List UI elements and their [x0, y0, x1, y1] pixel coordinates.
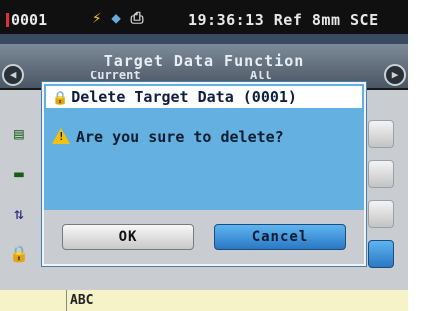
status-bar: 0001 ⚡ ◆ ⎙ 19:36:13 Ref 8mm SCE	[0, 0, 408, 44]
book-icon[interactable]: ▤	[8, 124, 30, 144]
sample-number: 0001	[6, 11, 47, 29]
device-screen: 0001 ⚡ ◆ ⎙ 19:36:13 Ref 8mm SCE Target D…	[0, 0, 408, 311]
cancel-button[interactable]: Cancel	[214, 224, 346, 250]
battery-icon: ⚡	[92, 8, 102, 27]
usb-icon: ◆	[111, 8, 121, 27]
dialog-title: 🔒 Delete Target Data (0001)	[46, 86, 362, 108]
printer-icon[interactable]: ▬	[8, 164, 30, 184]
bottom-row: ABC	[0, 290, 408, 311]
mode: SCE	[350, 11, 379, 29]
tab-current[interactable]: Current	[90, 71, 141, 82]
save-icon: ⎙	[130, 8, 144, 27]
menu-button-1[interactable]	[368, 120, 394, 148]
lock-icon: 🔒	[52, 91, 69, 106]
transfer-icon[interactable]: ⇅	[8, 204, 30, 224]
menu-button-2[interactable]	[368, 160, 394, 188]
menu-button-4[interactable]	[368, 240, 394, 268]
page-margin	[408, 0, 426, 311]
menu-button-3[interactable]	[368, 200, 394, 228]
nav-next-icon[interactable]: ▶	[384, 64, 406, 86]
ok-button[interactable]: OK	[62, 224, 194, 250]
lock-icon[interactable]: 🔒	[8, 244, 30, 264]
warning-icon: !	[52, 128, 70, 144]
delete-dialog: 🔒 Delete Target Data (0001) ! Are you sure…	[42, 82, 366, 266]
nav-prev-icon[interactable]: ◀	[2, 64, 24, 86]
clock: 19:36:13	[188, 11, 265, 29]
ref-label: Ref	[273, 11, 303, 29]
sample-marker-icon	[6, 13, 9, 27]
tab-all[interactable]: All	[250, 71, 272, 82]
page-title: Target Data Function	[103, 52, 305, 70]
bottom-label: ABC	[70, 293, 94, 308]
sample-list-strip	[0, 34, 408, 44]
aperture: 8mm	[311, 11, 341, 29]
dialog-message: ! Are you sure to delete?	[52, 128, 284, 146]
